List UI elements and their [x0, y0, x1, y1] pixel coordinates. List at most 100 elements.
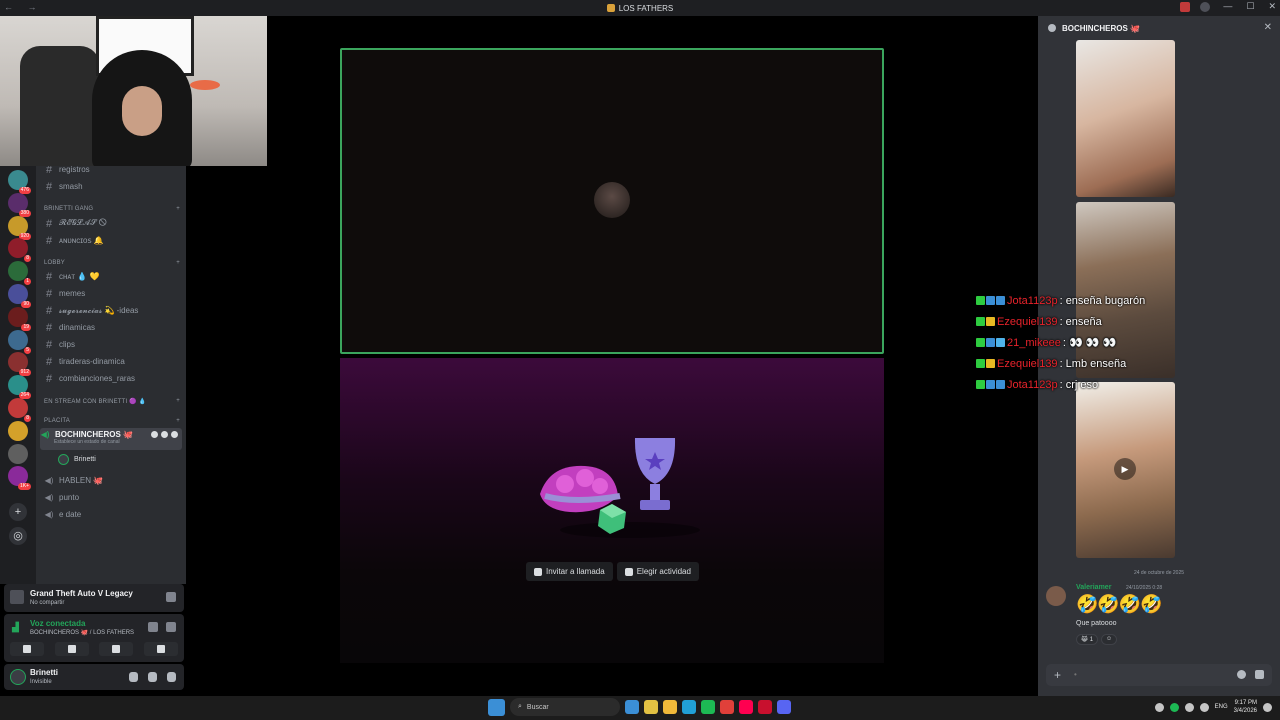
- channel-combinaciones[interactable]: # combianciones_raras: [44, 371, 182, 386]
- server-icon[interactable]: 19: [8, 306, 31, 331]
- signal-icon[interactable]: ▟: [12, 622, 22, 632]
- add-reaction-icon[interactable]: ☺: [1101, 634, 1118, 645]
- taskbar-app-icon[interactable]: [777, 700, 791, 714]
- channel-sugerencias[interactable]: # 𝓼𝓾𝓰𝓮𝓻𝓮𝓷𝓬𝓲𝓪𝓼 💫 -ideas: [44, 303, 182, 318]
- start-icon[interactable]: [488, 698, 505, 716]
- server-icon[interactable]: 920: [8, 215, 31, 240]
- notifications-icon[interactable]: [1263, 702, 1272, 712]
- volume-icon[interactable]: [1199, 702, 1209, 712]
- taskbar-app-icon[interactable]: [758, 700, 772, 714]
- stream-game-icon[interactable]: [166, 592, 176, 602]
- settings-gear-icon[interactable]: [171, 431, 178, 438]
- voice-member[interactable]: Brinetti: [58, 454, 96, 465]
- server-icon[interactable]: [8, 420, 28, 441]
- voice-channel-bochincheros[interactable]: ◀) BOCHINCHEROS 🐙 Establece un estado de…: [40, 428, 182, 450]
- clock[interactable]: 9:17 PM 3/4/2026: [1234, 699, 1257, 715]
- activities-button[interactable]: [99, 642, 134, 656]
- server-icon[interactable]: 476: [8, 170, 31, 194]
- invite-to-call-button[interactable]: Invitar a llamada: [526, 562, 613, 581]
- tray-chevron-icon[interactable]: [1154, 702, 1164, 712]
- taskbar-app-icon[interactable]: [682, 700, 696, 714]
- taskbar-app-icon[interactable]: [625, 700, 639, 714]
- discover-icon[interactable]: ◎: [9, 527, 27, 545]
- spotify-tray-icon[interactable]: [1169, 702, 1179, 712]
- taskbar-app-icon[interactable]: [644, 700, 658, 714]
- server-icon[interactable]: 5: [8, 329, 31, 354]
- overlay-message: : crj eso: [1059, 378, 1099, 391]
- message-input[interactable]: [1074, 670, 1224, 679]
- server-logo-icon: [606, 4, 615, 12]
- server-icon[interactable]: 380: [8, 192, 31, 217]
- channel-reglas[interactable]: # 𝓡𝓔𝓖𝓛𝓐𝓢 🛇: [44, 216, 182, 231]
- channel-chat[interactable]: # ᴄʜᴀᴛ 💧 💛: [44, 269, 182, 284]
- unread-badge: 8: [24, 415, 31, 422]
- close-window-icon[interactable]: ✕: [1268, 1, 1276, 12]
- speaker-icon: ◀): [40, 430, 50, 439]
- server-icon[interactable]: 8: [8, 238, 31, 263]
- attach-plus-icon[interactable]: +: [1054, 668, 1061, 682]
- nav-arrows[interactable]: ← →: [4, 2, 43, 12]
- taskbar-search[interactable]: ⌕ Buscar: [510, 698, 620, 716]
- soundboard-button[interactable]: [143, 642, 178, 656]
- channel-clips[interactable]: # clips: [44, 337, 182, 352]
- video-tile-speaking[interactable]: [340, 48, 884, 354]
- help-icon[interactable]: [1200, 2, 1210, 12]
- voice-channel-hablen[interactable]: ◀) HABLEN 🐙: [44, 473, 182, 488]
- maximize-icon[interactable]: ☐: [1246, 1, 1254, 12]
- server-icon[interactable]: 912: [8, 352, 31, 377]
- minimize-icon[interactable]: —: [1223, 1, 1232, 12]
- channel-anuncios[interactable]: # ᴀɴᴜɴᴄɪᴏꜱ 🔔: [44, 233, 182, 248]
- close-icon[interactable]: ✕: [1264, 22, 1272, 33]
- server-icon[interactable]: 1K+: [8, 466, 31, 491]
- category-placita[interactable]: PLACITA +: [44, 418, 180, 424]
- voice-channel-e-date[interactable]: ◀) e date: [44, 507, 182, 522]
- server-icon[interactable]: 90: [8, 284, 31, 308]
- avatar[interactable]: [10, 669, 26, 685]
- choose-activity-button[interactable]: Elegir actividad: [616, 562, 699, 581]
- language-indicator[interactable]: ENG: [1215, 704, 1228, 710]
- overlay-chat-line: Jota1123p: crj eso: [976, 374, 1176, 395]
- message-composer: +: [1046, 664, 1272, 686]
- inbox-icon[interactable]: [1180, 2, 1190, 12]
- microphone-icon[interactable]: [129, 672, 138, 682]
- channel-dinamicas[interactable]: # dinamicas: [44, 320, 182, 335]
- screen-share-button[interactable]: [54, 642, 89, 656]
- wifi-icon[interactable]: [1184, 702, 1194, 712]
- reaction-button[interactable]: 😹 1: [1076, 634, 1099, 645]
- attachment-image[interactable]: [1076, 40, 1175, 197]
- channel-tiraderas[interactable]: # tiraderas-dinamica: [44, 354, 182, 369]
- channel-registros[interactable]: # registros: [44, 166, 182, 177]
- category-stream[interactable]: EN STREAM CON BRINETTI 🟣 💧 +: [44, 398, 180, 405]
- channel-memes[interactable]: # memes: [44, 286, 182, 301]
- apps-icon[interactable]: [1255, 670, 1264, 679]
- overlay-chat-line: Jota1123p: enseña bugarón: [976, 290, 1176, 311]
- headphones-icon[interactable]: [148, 672, 157, 682]
- gaming-chair: [20, 46, 100, 166]
- category-lobby[interactable]: LOBBY +: [44, 260, 180, 266]
- taskbar-app-icon[interactable]: [663, 700, 677, 714]
- add-server-icon[interactable]: +: [9, 503, 27, 521]
- taskbar-app-icon[interactable]: [701, 700, 715, 714]
- server-icon[interactable]: 264: [8, 375, 31, 400]
- category-brinetti-gang[interactable]: BRINETTI GANG +: [44, 206, 180, 212]
- voice-channel-punto[interactable]: ◀) punto: [44, 490, 182, 505]
- invite-user-icon[interactable]: [161, 431, 168, 438]
- camera-off-button[interactable]: [10, 642, 44, 656]
- taskbar-app-icon[interactable]: [739, 700, 753, 714]
- channel-smash[interactable]: # smash: [44, 179, 182, 194]
- server-icon[interactable]: 8: [8, 398, 31, 422]
- user-settings-icon[interactable]: [167, 672, 176, 682]
- play-icon[interactable]: ▶: [1114, 458, 1136, 480]
- unread-badge: 1K+: [17, 483, 31, 491]
- chat-bubble-icon[interactable]: [151, 431, 158, 438]
- noise-suppression-icon[interactable]: [148, 622, 158, 632]
- emoji-icon[interactable]: [1237, 670, 1246, 679]
- server-icon[interactable]: 1: [8, 261, 31, 286]
- disconnect-icon[interactable]: [166, 622, 176, 632]
- taskbar-app-icon[interactable]: [720, 700, 734, 714]
- avatar[interactable]: [1046, 586, 1066, 606]
- attachment-video[interactable]: ▶: [1076, 382, 1175, 558]
- server-icon[interactable]: [8, 443, 28, 464]
- window-title: LOS FATHERS: [606, 4, 673, 13]
- overlay-username: Ezequiel139: [997, 357, 1058, 370]
